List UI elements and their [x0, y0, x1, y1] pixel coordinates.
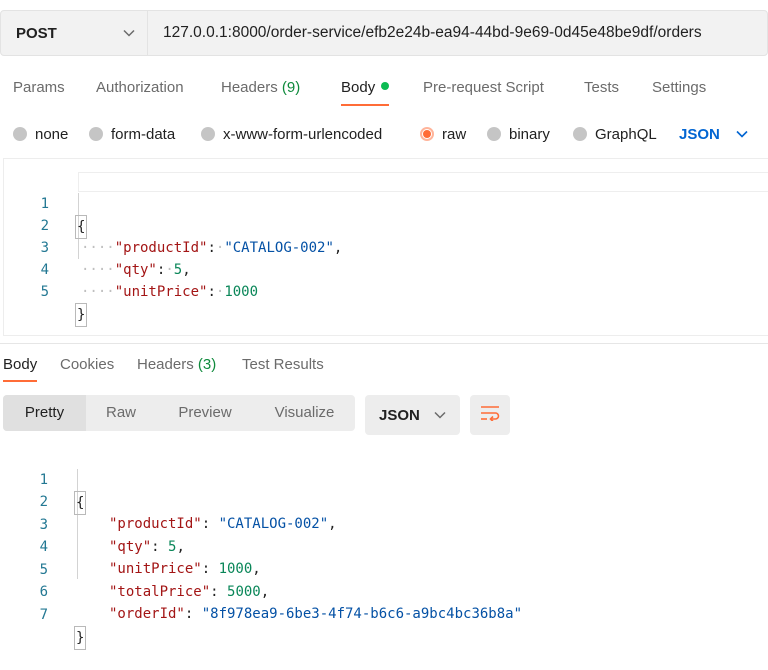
line-number: 7	[39, 607, 48, 623]
radio-binary-label: binary	[509, 125, 550, 143]
wrap-lines-icon	[480, 405, 500, 426]
chevron-down-icon	[736, 130, 748, 138]
response-tab-cookies[interactable]: Cookies	[60, 348, 114, 382]
radio-binary[interactable]: binary	[487, 120, 550, 148]
tab-headers-label: Headers	[221, 79, 278, 96]
close-brace: }	[75, 303, 88, 327]
method-label: POST	[16, 24, 57, 42]
code-line: 5 }	[4, 259, 768, 327]
radio-form-data-icon	[89, 127, 103, 141]
radio-raw[interactable]: raw	[420, 120, 466, 148]
response-tab-test-results[interactable]: Test Results	[242, 348, 324, 382]
radio-none-label: none	[35, 125, 69, 143]
response-tab-headers[interactable]: Headers (3)	[137, 348, 216, 382]
code-line: 1 {	[4, 171, 768, 239]
radio-graphql[interactable]: GraphQL	[573, 120, 657, 148]
raw-format-label: JSON	[679, 125, 720, 143]
tab-body[interactable]: Body	[341, 70, 390, 106]
raw-format-select[interactable]: JSON	[679, 120, 748, 148]
chevron-down-icon	[434, 411, 446, 419]
tab-prerequest-script[interactable]: Pre-request Script	[423, 70, 544, 106]
view-preview-button[interactable]: Preview	[156, 395, 254, 431]
close-brace: }	[74, 626, 87, 650]
tab-body-label: Body	[341, 79, 376, 96]
radio-urlencoded-label: x-www-form-urlencoded	[223, 125, 383, 143]
tab-headers[interactable]: Headers (9)	[221, 70, 300, 106]
response-format-select[interactable]: JSON	[365, 395, 460, 435]
pane-divider[interactable]	[0, 343, 768, 344]
request-body-editor[interactable]: 1 { 2 ····"productId":·"CATALOG-002", 3 …	[3, 158, 768, 336]
chevron-down-icon	[123, 29, 135, 37]
response-body-viewer: 1 { 2 "productId": "CATALOG-002", 3 "qty…	[3, 447, 768, 650]
url-input[interactable]: 127.0.0.1:8000/order-service/efb2e24b-ea…	[148, 11, 767, 55]
code-line: 4 ····"unitPrice":·1000	[4, 237, 768, 300]
modified-dot-icon	[381, 82, 390, 91]
response-tab-headers-label: Headers	[137, 356, 194, 373]
code-line: 5 "totalPrice": 5000,	[3, 537, 768, 600]
response-headers-count: (3)	[197, 356, 217, 373]
radio-urlencoded-icon	[201, 127, 215, 141]
json-field: ····"unitPrice":·1000	[81, 284, 259, 300]
radio-graphql-label: GraphQL	[595, 125, 657, 143]
json-field: "orderId": "8f978ea9-6be3-4f74-b6c6-a9bc…	[109, 606, 523, 622]
code-line: 6 "orderId": "8f978ea9-6be3-4f74-b6c6-a9…	[3, 559, 768, 622]
code-line: 7 }	[3, 582, 768, 650]
code-line: 3 "qty": 5,	[3, 492, 768, 555]
code-line: 4 "unitPrice": 1000,	[3, 514, 768, 577]
radio-raw-selected-icon	[420, 127, 434, 141]
line-number: 5	[40, 284, 49, 300]
code-line: 1 {	[3, 447, 768, 515]
radio-binary-icon	[487, 127, 501, 141]
radio-urlencoded[interactable]: x-www-form-urlencoded	[201, 120, 382, 148]
response-tab-body[interactable]: Body	[3, 348, 38, 382]
radio-form-data[interactable]: form-data	[89, 120, 175, 148]
tab-settings[interactable]: Settings	[652, 70, 706, 106]
method-select[interactable]: POST	[1, 11, 148, 55]
wrap-lines-button[interactable]	[470, 395, 510, 435]
code-line: 3 ····"qty":·5,	[4, 215, 768, 278]
response-view-toggle: Pretty Raw Preview Visualize	[3, 395, 355, 431]
json-key: "unitPrice"	[114, 284, 208, 300]
radio-none-icon	[13, 127, 27, 141]
radio-graphql-icon	[573, 127, 587, 141]
code-line: 2 ····"productId":·"CATALOG-002",	[4, 193, 768, 256]
view-raw-button[interactable]: Raw	[86, 395, 156, 431]
code-line: 2 "productId": "CATALOG-002",	[3, 469, 768, 532]
headers-count: (9)	[281, 79, 301, 96]
radio-raw-label: raw	[442, 125, 467, 143]
tab-params[interactable]: Params	[13, 70, 65, 106]
radio-none[interactable]: none	[13, 120, 68, 148]
json-key: "orderId"	[109, 606, 185, 622]
json-value: 1000	[224, 284, 259, 300]
response-format-label: JSON	[379, 406, 420, 424]
tab-authorization[interactable]: Authorization	[96, 70, 184, 106]
tab-tests[interactable]: Tests	[584, 70, 619, 106]
view-visualize-button[interactable]: Visualize	[254, 395, 355, 431]
request-url-bar: POST 127.0.0.1:8000/order-service/efb2e2…	[0, 10, 768, 56]
json-value: "8f978ea9-6be3-4f74-b6c6-a9bc4bc36b8a"	[201, 606, 523, 622]
view-pretty-button[interactable]: Pretty	[3, 395, 86, 431]
radio-form-data-label: form-data	[111, 125, 176, 143]
